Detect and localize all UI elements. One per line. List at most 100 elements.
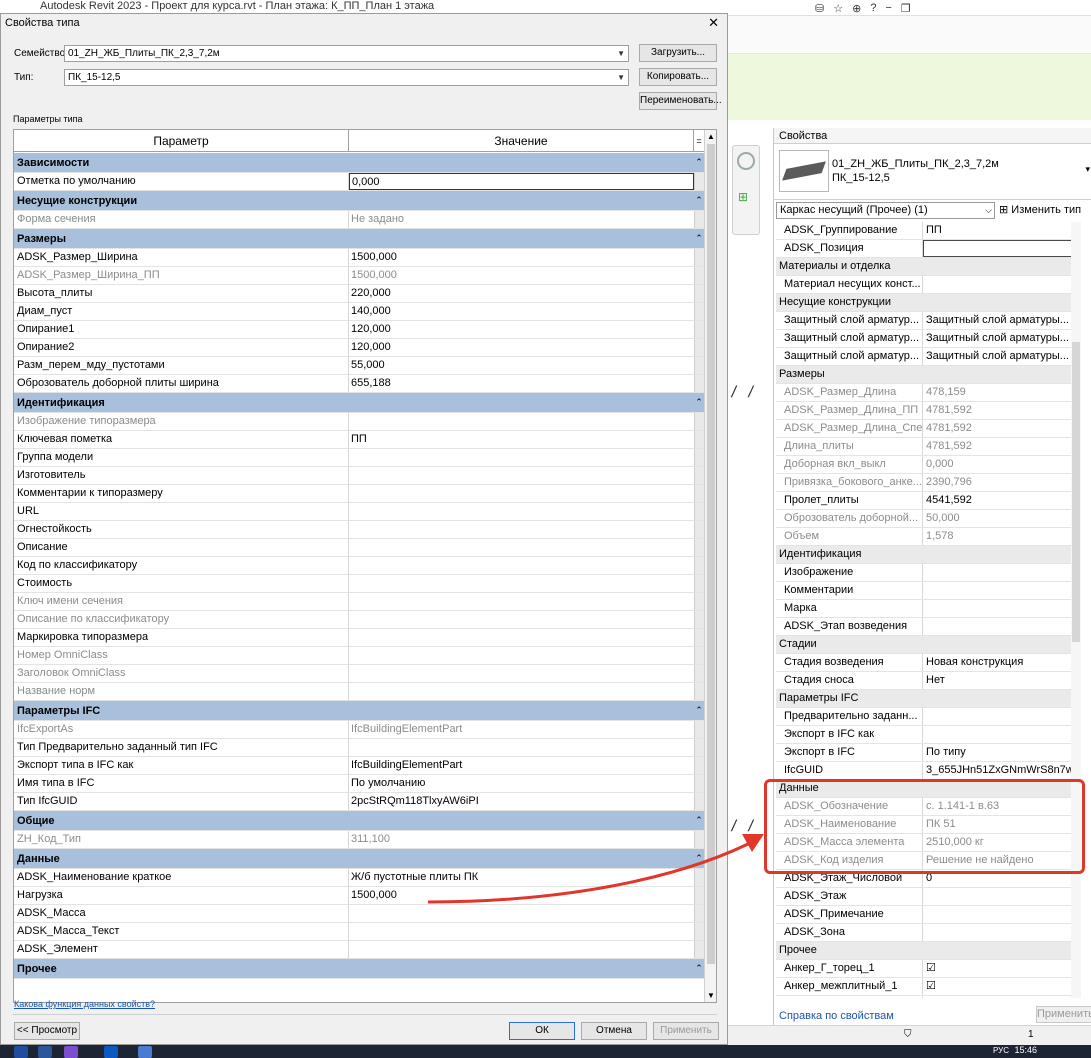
property-value[interactable] (923, 582, 1081, 599)
collapse-icon[interactable]: ⌃ (694, 811, 704, 830)
navigation-bar[interactable]: ⊞ (732, 145, 760, 235)
formula-button[interactable] (694, 249, 704, 266)
parameter-value[interactable] (349, 503, 694, 520)
parameter-value[interactable]: По умолчанию (349, 775, 694, 792)
parameter-value[interactable] (349, 539, 694, 556)
parameter-value[interactable] (349, 629, 694, 646)
formula-button[interactable] (694, 173, 704, 190)
formula-button[interactable] (694, 557, 704, 574)
properties-apply-button[interactable]: Применить (1036, 1006, 1091, 1023)
type-select[interactable]: ПК_15-12,5 ▼ (64, 69, 629, 86)
close-icon[interactable]: ✕ (708, 15, 719, 31)
formula-button[interactable] (694, 285, 704, 302)
restore-icon[interactable]: ❐ (901, 2, 911, 15)
property-value[interactable] (923, 618, 1081, 635)
parameter-value[interactable]: 2pcStRQm118TlxyAW6iPI (349, 793, 694, 810)
cart-icon[interactable]: ⊕ (852, 2, 861, 15)
formula-button[interactable] (694, 321, 704, 338)
property-value[interactable] (923, 240, 1081, 257)
filter-icon[interactable]: ⛉ (904, 1029, 912, 1040)
property-value[interactable]: Новая конструкция (923, 654, 1081, 671)
language-indicator[interactable]: РУС (993, 1046, 1009, 1055)
property-value[interactable] (923, 708, 1081, 725)
formula-button[interactable] (694, 941, 704, 958)
rename-button[interactable]: Переименовать... (639, 92, 722, 110)
type-selector[interactable]: 01_ZH_ЖБ_Плиты_ПК_2,3_7,2м ПК_15-12,5 ▾ (774, 144, 1091, 200)
property-value[interactable]: Защитный слой арматуры... (923, 330, 1081, 347)
sort-toggle-icon[interactable]: = (694, 130, 704, 151)
parameter-value[interactable]: Ж/б пустотные плиты ПК (349, 869, 694, 886)
chevron-down-icon[interactable]: ▾ (1085, 164, 1090, 175)
group-header[interactable]: Общие ⌃ (14, 811, 704, 831)
clock[interactable]: 15:46 (1014, 1045, 1037, 1055)
parameter-value[interactable]: 120,000 (349, 339, 694, 356)
formula-button[interactable] (694, 575, 704, 592)
property-value[interactable] (923, 888, 1081, 905)
formula-button[interactable] (694, 539, 704, 556)
group-header[interactable]: Стадии (776, 636, 1081, 654)
property-value[interactable]: Защитный слой арматуры... (923, 348, 1081, 365)
group-header[interactable]: Размеры ⌃ (14, 229, 704, 249)
formula-button[interactable] (694, 339, 704, 356)
collapse-icon[interactable]: ⌃ (694, 701, 704, 720)
formula-button[interactable] (694, 869, 704, 886)
scroll-up-icon[interactable]: ▲ (707, 132, 715, 141)
property-value[interactable] (923, 564, 1081, 581)
property-value[interactable] (923, 726, 1081, 743)
family-select[interactable]: 01_ZH_ЖБ_Плиты_ПК_2,3_7,2м ▼ (64, 45, 629, 62)
property-value[interactable]: ☑ (923, 978, 1081, 995)
property-value[interactable]: Защитный слой арматуры... (923, 312, 1081, 329)
formula-button[interactable] (694, 375, 704, 392)
group-header[interactable]: Данные ⌃ (14, 849, 704, 869)
app-icon[interactable] (14, 1046, 28, 1058)
parameter-value[interactable]: 140,000 (349, 303, 694, 320)
viber-icon[interactable] (64, 1046, 78, 1058)
parameter-value[interactable] (349, 449, 694, 466)
parameter-value[interactable] (349, 923, 694, 940)
formula-button[interactable] (694, 467, 704, 484)
group-header[interactable]: Параметры IFC (776, 690, 1081, 708)
formula-button[interactable] (694, 485, 704, 502)
scrollbar-thumb[interactable] (1072, 342, 1080, 642)
chevron-down-icon[interactable]: ▼ (617, 46, 625, 61)
collapse-icon[interactable]: ⌃ (694, 849, 704, 868)
group-header[interactable]: Прочее (776, 942, 1081, 960)
formula-button[interactable] (694, 887, 704, 904)
parameter-value[interactable]: 55,000 (349, 357, 694, 374)
formula-button[interactable] (694, 521, 704, 538)
formula-button[interactable] (694, 757, 704, 774)
chevron-down-icon[interactable]: ▼ (617, 70, 625, 85)
group-header[interactable]: Зависимости ⌃ (14, 153, 704, 173)
edit-type-button[interactable]: ⊞ Изменить тип (999, 202, 1081, 219)
group-header[interactable]: Идентификация ⌃ (14, 393, 704, 413)
parameter-value[interactable]: 655,188 (349, 375, 694, 392)
zoom-icon[interactable]: ⊞ (738, 190, 752, 204)
property-value[interactable]: Нет (923, 672, 1081, 689)
formula-button[interactable] (694, 923, 704, 940)
apply-button[interactable]: Применить (653, 1022, 719, 1040)
group-header[interactable]: Идентификация (776, 546, 1081, 564)
group-header[interactable]: Несущие конструкции (776, 294, 1081, 312)
parameter-value[interactable] (349, 739, 694, 756)
group-header[interactable]: Материалы и отделка (776, 258, 1081, 276)
formula-button[interactable] (694, 629, 704, 646)
collapse-icon[interactable]: ⌃ (694, 229, 704, 248)
property-value[interactable] (923, 276, 1081, 293)
property-value[interactable]: 3_655JHn51ZxGNmWrS8n7w (923, 762, 1081, 779)
group-header[interactable]: Параметры IFC ⌃ (14, 701, 704, 721)
collapse-icon[interactable]: ⌃ (694, 153, 704, 172)
formula-button[interactable] (694, 905, 704, 922)
minimize-icon[interactable]: − (885, 2, 891, 14)
parameter-value[interactable] (349, 467, 694, 484)
parameter-value[interactable] (349, 557, 694, 574)
star-icon[interactable]: ☆ (833, 2, 843, 15)
property-value[interactable] (923, 924, 1081, 941)
collapse-icon[interactable]: ⌃ (694, 959, 704, 978)
steering-wheel-icon[interactable] (737, 152, 755, 170)
cancel-button[interactable]: Отмена (581, 1022, 647, 1040)
instance-filter-dropdown[interactable]: Каркас несущий (Прочее) (1) ⌵ (776, 202, 995, 219)
ok-button[interactable]: ОК (509, 1022, 575, 1040)
parameter-value[interactable]: 1500,000 (349, 887, 694, 904)
word-icon[interactable] (38, 1046, 52, 1058)
properties-scrollbar[interactable] (1071, 222, 1081, 998)
